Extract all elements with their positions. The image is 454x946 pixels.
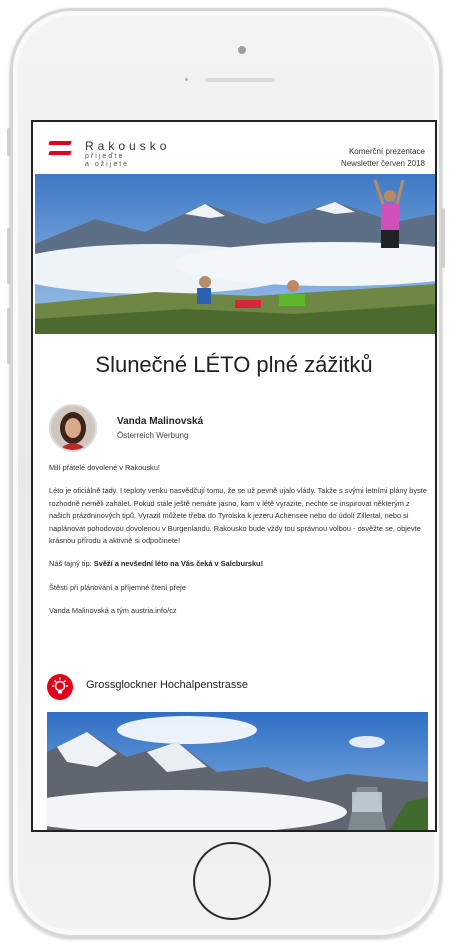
author-organization: Österreich Werbung — [117, 431, 189, 440]
brand-tagline-1: přijeďte — [85, 153, 125, 160]
glacier-photo — [47, 712, 428, 830]
newsletter-body: Milí přátelé dovolené v Rakousku! Léto j… — [49, 462, 429, 629]
front-camera — [238, 46, 246, 54]
author-avatar — [49, 404, 97, 452]
brand-tagline-2: a ožijete — [85, 161, 130, 168]
signature-paragraph: Vanda Malinovská a tým austria.info/cz — [49, 606, 177, 616]
greeting-paragraph: Milí přátelé dovolené v Rakousku! — [49, 463, 160, 472]
proximity-sensor — [185, 78, 188, 81]
tip-paragraph: Náš tajný tip: Svěží a nevšední léto na … — [49, 558, 429, 570]
intro-paragraph: Léto je oficiálně tady. I teploty venku … — [49, 486, 427, 546]
closing-paragraph: Štěstí při plánování a příjemné čtení př… — [49, 582, 186, 592]
volume-up-button — [7, 228, 11, 284]
grossglockner-image[interactable] — [47, 712, 428, 830]
tip-link[interactable]: Svěží a nevšední léto na Vás čeká v Salc… — [94, 559, 263, 568]
newsletter-header: Rakousko přijeďte a ožijete Komerční pre… — [33, 122, 435, 174]
newsletter-title: Slunečné LÉTO plné zážitků — [95, 352, 373, 377]
home-button[interactable] — [193, 842, 271, 920]
brand-name[interactable]: Rakousko — [85, 139, 170, 153]
hero-image[interactable] — [35, 174, 435, 334]
mute-switch — [7, 128, 11, 156]
lightbulb-icon — [47, 674, 73, 700]
newsletter-screen: Rakousko přijeďte a ožijete Komerční pre… — [31, 120, 437, 832]
earpiece-speaker — [205, 78, 275, 82]
tip-prefix: Náš tajný tip: — [49, 559, 94, 569]
power-button — [441, 208, 445, 268]
volume-down-button — [7, 308, 11, 364]
section-title[interactable]: Grossglockner Hochalpenstrasse — [86, 679, 248, 691]
austria-flag-logo — [48, 141, 72, 155]
author-name: Vanda Malinovská — [117, 416, 204, 427]
newsletter-date: Newsletter červen 2018 — [340, 159, 425, 168]
hero-mountain-photo — [35, 174, 435, 334]
commercial-label: Komerční prezentace — [348, 147, 425, 156]
